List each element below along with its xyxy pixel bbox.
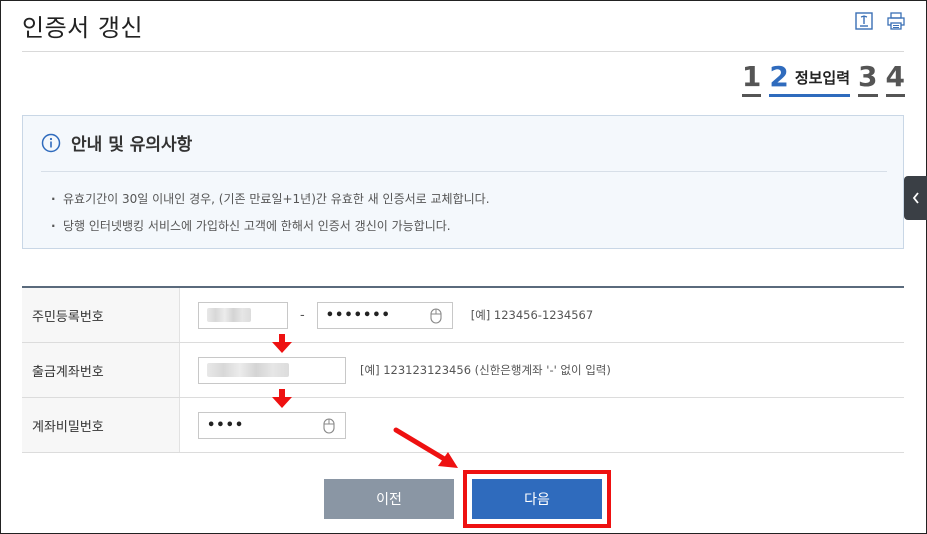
step-1: 1 [741, 62, 762, 97]
account-number-example: [예] 123123123456 (신한은행계좌 '-' 없이 입력) [360, 363, 611, 377]
info-icon [41, 133, 61, 152]
top-toolbar [855, 12, 905, 30]
form-row-resident-number: 주민등록번호 - ••••••• [예] 123456-1234567 [22, 288, 904, 343]
mouse-icon[interactable] [323, 417, 335, 434]
notice-item: 당행 인터넷뱅킹 서비스에 가입하신 고객에 한해서 인증서 갱신이 가능합니다… [51, 213, 490, 240]
form-row-account-number: 출금계좌번호 [예] 123123123456 (신한은행계좌 '-' 없이 입… [22, 343, 904, 398]
notice-title: 안내 및 유의사항 [71, 135, 193, 155]
red-arrow-down-icon [272, 334, 292, 353]
mouse-icon[interactable] [430, 307, 442, 324]
account-number-input[interactable] [198, 356, 346, 384]
page-title: 인증서 갱신 [22, 14, 144, 42]
step-4: 4 [885, 62, 905, 97]
title-divider [22, 51, 904, 52]
step-indicator: 1 2 정보입력 3 4 [741, 60, 905, 97]
blurred-value [207, 308, 251, 322]
blurred-value [207, 363, 289, 377]
notice-item: 유효기간이 30일 이내인 경우, (기존 만료일+1년)간 유효한 새 인증서… [51, 186, 490, 213]
next-button-highlight [463, 470, 611, 528]
resident-number-back-input[interactable]: ••••••• [316, 301, 453, 329]
step-2-number: 2 [769, 60, 789, 93]
step-2-active: 2 정보입력 [769, 60, 851, 97]
account-password-label: 계좌비밀번호 [22, 398, 180, 452]
side-panel-toggle[interactable] [904, 176, 927, 220]
resident-number-front-input[interactable] [198, 301, 288, 329]
masked-value: ••••••• [325, 307, 391, 323]
notice-list: 유효기간이 30일 이내인 경우, (기존 만료일+1년)간 유효한 새 인증서… [51, 186, 490, 240]
account-password-input[interactable]: •••• [198, 411, 346, 439]
notice-divider [41, 171, 887, 172]
print-icon[interactable] [887, 12, 905, 30]
resident-number-label: 주민등록번호 [22, 288, 180, 342]
masked-value: •••• [207, 417, 245, 433]
step-3: 3 [858, 62, 878, 97]
notice-header: 안내 및 유의사항 [41, 130, 192, 155]
red-arrow-down-icon [272, 389, 292, 408]
account-number-label: 출금계좌번호 [22, 343, 180, 397]
notice-box: 안내 및 유의사항 유효기간이 30일 이내인 경우, (기존 만료일+1년)간… [22, 115, 904, 249]
download-icon[interactable] [855, 12, 873, 30]
resident-number-example: [예] 123456-1234567 [470, 308, 594, 322]
resident-number-dash: - [300, 307, 305, 323]
red-pointer-arrow-icon [393, 427, 458, 468]
chevron-left-icon [912, 192, 919, 204]
step-2-label: 정보입력 [794, 69, 851, 87]
prev-button[interactable]: 이전 [324, 479, 454, 519]
